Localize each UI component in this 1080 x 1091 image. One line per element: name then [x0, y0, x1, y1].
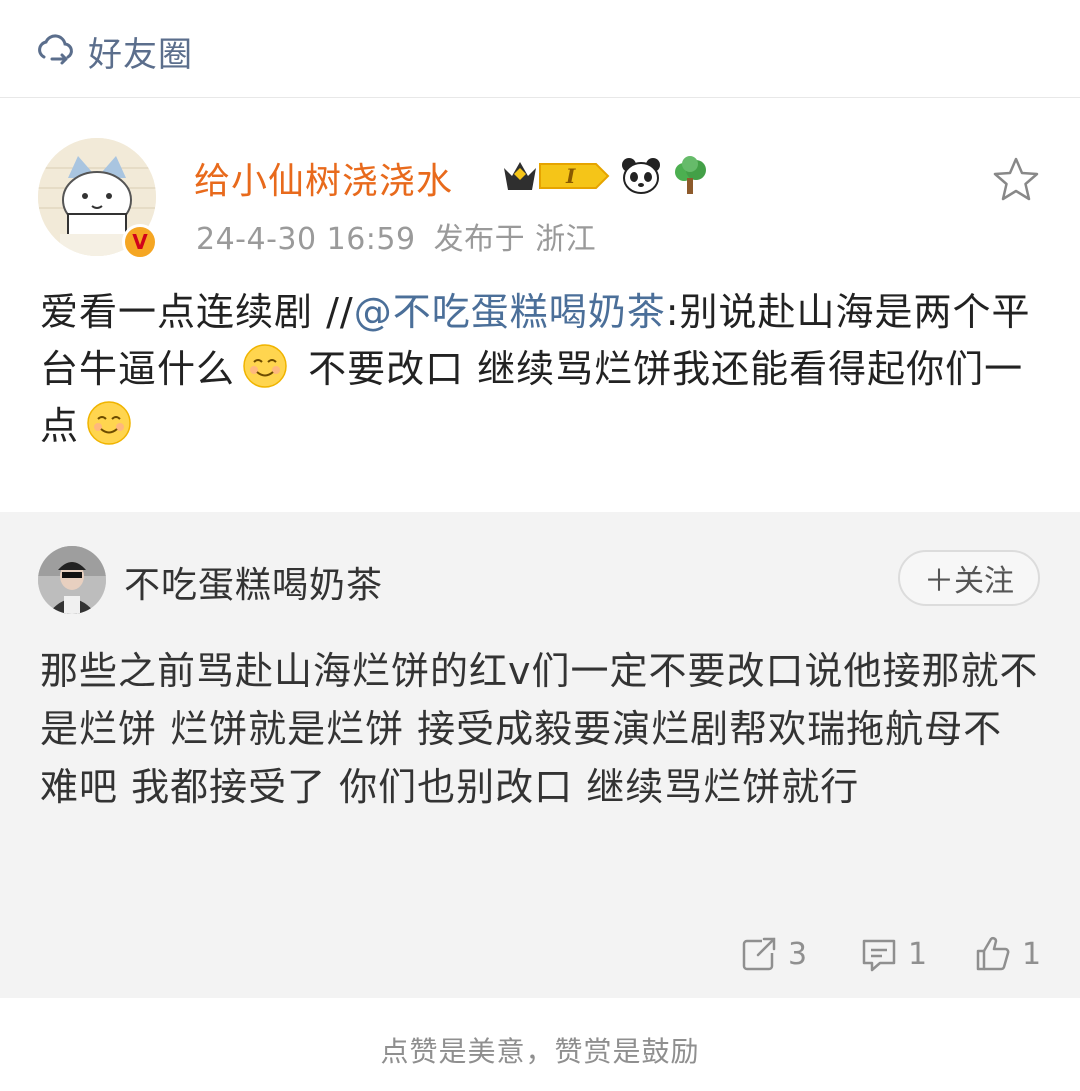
friends-circle-tag[interactable]: 好友圈 — [36, 28, 193, 75]
person-avatar-icon — [38, 546, 106, 614]
favorite-star-icon[interactable] — [990, 154, 1042, 206]
smile-emoji-icon — [243, 344, 287, 388]
quoted-post[interactable]: 不吃蛋糕喝奶茶 ＋关注 那些之前骂赴山海烂饼的红v们一定不要改口说他接那就不是烂… — [0, 512, 1080, 998]
smile-emoji-icon — [87, 401, 131, 445]
post-text-intro: 爱看一点连续剧 // — [40, 290, 354, 334]
like-count: 1 — [1022, 936, 1042, 972]
repost-count: 3 — [788, 936, 808, 972]
comment-count: 1 — [908, 936, 928, 972]
user-badges: I — [500, 154, 710, 198]
friends-circle-label: 好友圈 — [88, 34, 193, 75]
post-location: 发布于 浙江 — [433, 222, 597, 257]
post-meta: 24-4-30 16:59 发布于 浙江 — [196, 214, 596, 258]
comment-button[interactable]: 1 — [860, 926, 927, 982]
level-badge-text: I — [565, 164, 576, 188]
comment-icon — [862, 939, 896, 972]
post-body: 爱看一点连续剧 //@不吃蛋糕喝奶茶:别说赴山海是两个平台牛逼什么 不要改口 继… — [40, 284, 1050, 455]
tree-icon — [675, 156, 706, 194]
reward-footer-text: 点赞是美意，赞赏是鼓励 — [380, 1035, 700, 1068]
crown-level-icon: I — [504, 162, 610, 190]
quoted-avatar[interactable] — [38, 546, 106, 614]
quoted-text: 那些之前骂赴山海烂饼的红v们一定不要改口说他接那就不是烂饼 烂饼就是烂饼 接受成… — [40, 649, 1039, 809]
action-bar: 3 1 1 — [0, 926, 1080, 982]
like-button[interactable]: 1 — [974, 926, 1041, 982]
thumbs-up-icon — [976, 937, 1010, 971]
verified-badge-icon: V — [122, 224, 158, 260]
quoted-username[interactable]: 不吃蛋糕喝奶茶 — [124, 556, 383, 608]
panda-icon — [622, 158, 660, 194]
repost-button[interactable]: 3 — [740, 926, 807, 982]
post-timestamp: 24-4-30 16:59 — [196, 222, 416, 257]
top-bar: 好友圈 — [0, 0, 1080, 98]
repost-icon — [742, 937, 776, 971]
follow-button[interactable]: ＋关注 — [898, 550, 1040, 606]
friends-circle-icon — [38, 34, 73, 65]
mention-link[interactable]: @不吃蛋糕喝奶茶 — [354, 290, 666, 334]
post-username[interactable]: 给小仙树浇浇水 — [194, 152, 453, 204]
